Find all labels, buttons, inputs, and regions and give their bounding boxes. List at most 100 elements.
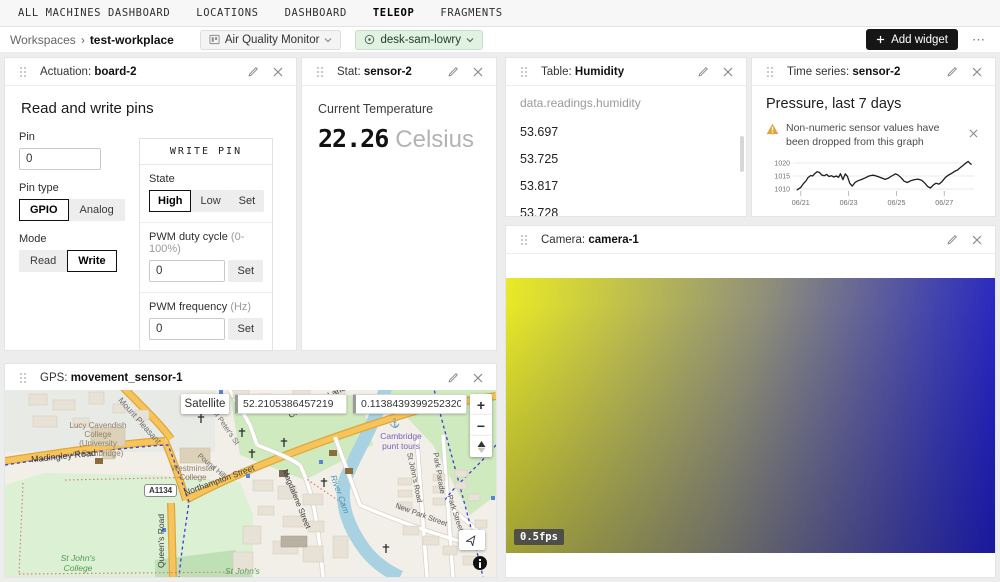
chevron-down-icon	[324, 37, 332, 43]
svg-text:06/23: 06/23	[840, 198, 858, 207]
state-low-button[interactable]: Low	[191, 190, 229, 212]
satellite-toggle-button[interactable]: Satellite	[181, 394, 229, 414]
table-scrollbar[interactable]	[740, 136, 744, 172]
widget-title: Time series: sensor-2	[787, 66, 900, 78]
breadcrumb-separator: ›	[81, 33, 85, 47]
nav-teleop[interactable]: TELEOP	[373, 7, 415, 19]
pwm-duty-set-button[interactable]: Set	[228, 260, 263, 282]
mode-read-button[interactable]: Read	[19, 250, 67, 272]
widget-actuation: Actuation: board-2 Read and write pins P…	[4, 57, 297, 351]
nav-all-machines-dashboard[interactable]: ALL MACHINES DASHBOARD	[18, 7, 170, 19]
gps-map[interactable]: Mount Pleasant Lucy Cavendish College (U…	[5, 390, 496, 577]
svg-text:06/27: 06/27	[935, 198, 953, 207]
state-high-button[interactable]: High	[149, 190, 191, 212]
breadcrumb: Workspaces › test-workplace	[10, 33, 174, 47]
drag-handle-icon[interactable]	[312, 64, 328, 80]
zoom-in-button[interactable]: +	[470, 394, 492, 415]
locate-button[interactable]	[459, 530, 485, 550]
drag-handle-icon[interactable]	[15, 370, 31, 386]
nav-locations[interactable]: LOCATIONS	[196, 7, 258, 19]
chart-warning: Non-numeric sensor values have been drop…	[766, 121, 981, 149]
edit-widget-button[interactable]	[445, 370, 461, 386]
widget-timeseries: Time series: sensor-2 Pressure, last 7 d…	[751, 57, 996, 217]
map-canvas	[5, 390, 496, 577]
drag-handle-icon[interactable]	[15, 64, 31, 80]
edit-widget-button[interactable]	[445, 64, 461, 80]
pwm-freq-set-button[interactable]: Set	[228, 318, 263, 340]
pressure-chart: 1010 1015 1020 06/21 06/23 06/25 06/27	[766, 151, 979, 211]
zoom-out-button[interactable]: −	[470, 415, 492, 436]
widget-title: Actuation: board-2	[40, 66, 137, 78]
dismiss-warning-button[interactable]	[965, 125, 981, 141]
pin-input[interactable]	[19, 148, 101, 170]
widget-stat: Stat: sensor-2 Current Temperature 22.26…	[301, 57, 497, 351]
close-widget-button[interactable]	[969, 64, 985, 80]
add-widget-label: Add widget	[891, 34, 948, 46]
widget-title: GPS: movement_sensor-1	[40, 372, 183, 384]
close-widget-button[interactable]	[720, 64, 736, 80]
warning-icon	[766, 123, 779, 135]
drag-handle-icon[interactable]	[516, 64, 532, 80]
svg-text:1010: 1010	[774, 187, 790, 194]
chart-title: Pressure, last 7 days	[766, 96, 981, 112]
longitude-input[interactable]	[353, 394, 467, 414]
pin-type-analog-button[interactable]: Analog	[69, 199, 125, 221]
table-row: 53.697	[520, 118, 732, 145]
warning-text: Non-numeric sensor values have been drop…	[786, 121, 954, 149]
write-pin-title: WRITE PIN	[140, 139, 272, 165]
close-widget-button[interactable]	[470, 64, 486, 80]
overflow-menu-button[interactable]: ⋯	[972, 32, 986, 48]
breadcrumb-current[interactable]: test-workplace	[90, 33, 174, 47]
table-row: 53.817	[520, 172, 732, 199]
edit-widget-button[interactable]	[695, 64, 711, 80]
pwm-duty-label: PWM duty cycle (0-100%)	[149, 231, 263, 255]
workspace-toolbar: Workspaces › test-workplace Air Quality …	[0, 27, 1000, 53]
nav-dashboard[interactable]: DASHBOARD	[285, 7, 347, 19]
road-shield: A1134	[144, 484, 177, 497]
close-widget-button[interactable]	[969, 232, 985, 248]
pin-type-gpio-button[interactable]: GPIO	[19, 199, 69, 221]
table-row: 53.728	[520, 199, 732, 217]
drag-handle-icon[interactable]	[516, 232, 532, 248]
add-widget-button[interactable]: Add widget	[866, 29, 958, 50]
drag-handle-icon[interactable]	[762, 64, 778, 80]
table-column-header: data.readings.humidity	[520, 88, 732, 118]
edit-widget-button[interactable]	[245, 64, 261, 80]
widget-gps: GPS: movement_sensor-1	[4, 363, 497, 578]
pwm-duty-input[interactable]	[149, 260, 225, 282]
stat-unit: Celsius	[395, 126, 474, 154]
widget-header: Actuation: board-2	[5, 58, 296, 86]
svg-text:06/25: 06/25	[887, 198, 905, 207]
state-set-button[interactable]: Set	[230, 190, 265, 212]
plus-icon	[876, 35, 885, 44]
close-widget-button[interactable]	[270, 64, 286, 80]
pwm-freq-input[interactable]	[149, 318, 225, 340]
widget-title: Table: Humidity	[541, 66, 624, 78]
nav-fragments[interactable]: FRAGMENTS	[440, 7, 502, 19]
workspace-icon	[209, 34, 220, 45]
widget-camera: Camera: camera-1 0.5fps	[505, 225, 996, 578]
compass-button[interactable]	[470, 436, 492, 457]
actuation-heading: Read and write pins	[21, 100, 282, 117]
edit-widget-button[interactable]	[944, 64, 960, 80]
svg-text:06/21: 06/21	[792, 198, 810, 207]
latitude-input[interactable]	[235, 394, 347, 414]
machine-icon	[364, 34, 375, 45]
pin-label: Pin	[19, 131, 129, 143]
machine-select[interactable]: desk-sam-lowry	[355, 30, 483, 50]
workspace-select[interactable]: Air Quality Monitor	[200, 30, 342, 50]
pwm-freq-label: PWM frequency (Hz)	[149, 301, 263, 313]
edit-widget-button[interactable]	[944, 232, 960, 248]
map-attribution-info-icon[interactable]	[473, 556, 487, 570]
teleop-dashboard: ALL MACHINES DASHBOARD LOCATIONS DASHBOA…	[0, 0, 1000, 582]
close-widget-button[interactable]	[470, 370, 486, 386]
chevron-down-icon	[466, 37, 474, 43]
svg-text:1015: 1015	[774, 174, 790, 181]
breadcrumb-root[interactable]: Workspaces	[10, 33, 76, 47]
svg-text:1020: 1020	[774, 161, 790, 168]
pin-type-label: Pin type	[19, 182, 129, 194]
mode-write-button[interactable]: Write	[67, 250, 116, 272]
table-row: 53.725	[520, 145, 732, 172]
fps-badge: 0.5fps	[514, 529, 564, 545]
widget-table: Table: Humidity data.readings.humidity 5…	[505, 57, 747, 217]
